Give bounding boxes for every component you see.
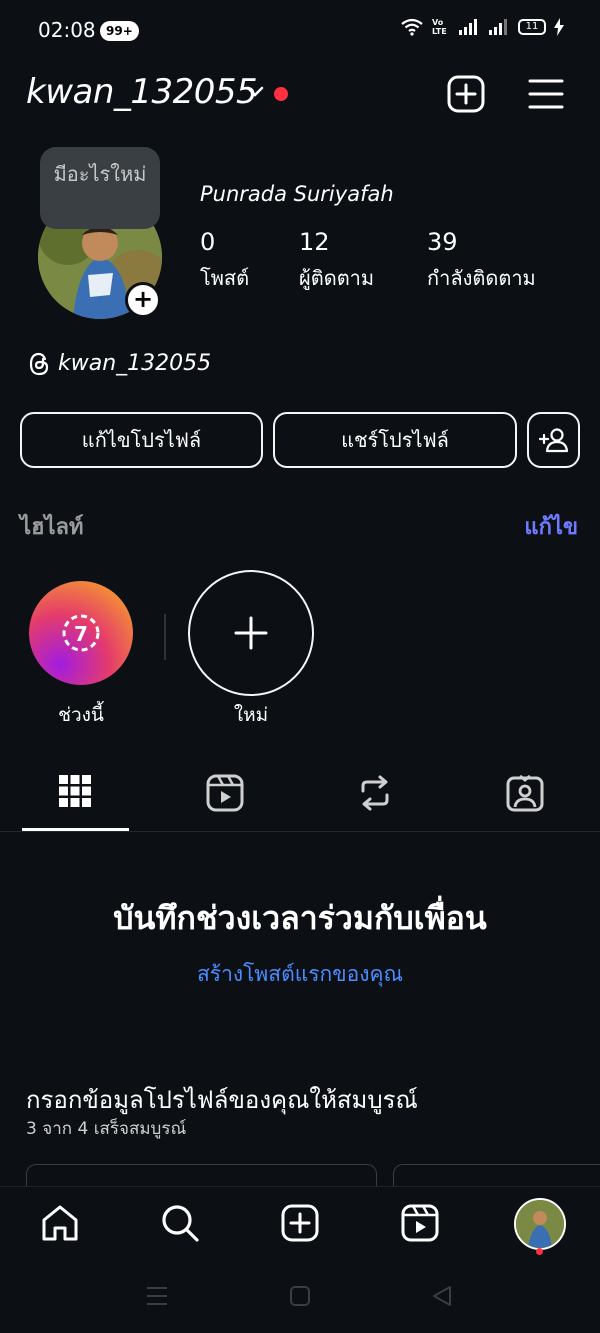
volte-label: Vo LTE (432, 18, 447, 36)
highlight-new-label: ใหม่ (233, 704, 269, 726)
back-icon[interactable] (430, 1284, 454, 1308)
complete-profile-title: กรอกข้อมูลโปรไฟล์ของคุณให้สมบูรณ์ (26, 1086, 418, 1114)
whats-new-tooltip[interactable]: มีอะไรใหม่ (40, 147, 160, 229)
followers-count[interactable]: 12 (299, 228, 330, 256)
status-icons: Vo LTE 11 (400, 18, 564, 36)
charging-icon (554, 18, 564, 36)
posts-count[interactable]: 0 (200, 228, 215, 256)
empty-state-title: บันทึกช่วงเวลาร่วมกับเพื่อน (113, 899, 487, 937)
highlight-divider (164, 614, 166, 660)
status-time: 02:08 (38, 18, 96, 42)
home-button-icon[interactable] (289, 1285, 311, 1307)
reposts-icon[interactable] (357, 774, 393, 812)
reels-nav-icon[interactable] (401, 1204, 439, 1242)
reels-icon[interactable] (206, 774, 244, 812)
highlights-title: ไฮไลท์ (20, 515, 84, 540)
progress-total: 4 (77, 1119, 89, 1139)
progress-word: จาก (42, 1119, 73, 1139)
progress-count: 3 (26, 1119, 37, 1139)
add-story-button[interactable]: + (125, 282, 161, 318)
profile-nav-avatar[interactable] (514, 1198, 566, 1250)
profile-username[interactable]: kwan_132055 (26, 72, 258, 112)
plus-icon (234, 616, 268, 650)
followers-label[interactable]: ผู้ติดตาม (299, 262, 374, 294)
story-timer-icon: 7 (62, 614, 100, 652)
posts-label[interactable]: โพสต์ (200, 262, 249, 294)
complete-profile-progress: 3 จาก 4 เสร็จสมบูรณ์ (26, 1115, 186, 1142)
battery-icon: 11 (518, 19, 546, 35)
story-timer-number: 7 (74, 622, 88, 646)
discover-people-button[interactable] (527, 412, 580, 468)
grid-icon[interactable] (58, 774, 92, 808)
following-label[interactable]: กำลังติดตาม (427, 262, 536, 294)
edit-profile-button[interactable]: แก้ไขโปรไฟล์ (20, 412, 263, 468)
home-icon[interactable] (40, 1204, 80, 1242)
following-count[interactable]: 39 (427, 228, 458, 256)
signal-icon (459, 19, 477, 35)
highlight-recent[interactable]: 7 (29, 581, 133, 685)
active-tab-indicator (22, 828, 129, 831)
avatar-photo (516, 1200, 564, 1248)
progress-status: เสร็จสมบูรณ์ (93, 1119, 187, 1139)
tagged-icon[interactable] (506, 774, 544, 812)
share-profile-button[interactable]: แชร์โปรไฟล์ (273, 412, 517, 468)
create-post-icon[interactable] (446, 74, 486, 114)
highlights-edit-link[interactable]: แก้ไข (524, 509, 578, 544)
threads-icon (29, 352, 49, 375)
highlight-recent-label: ช่วงนี้ (58, 704, 104, 726)
search-icon[interactable] (160, 1203, 200, 1243)
chevron-down-icon[interactable] (244, 80, 266, 102)
threads-handle: kwan_132055 (58, 351, 212, 376)
profile-nav-dot (536, 1248, 543, 1255)
create-icon[interactable] (281, 1204, 319, 1242)
highlight-new[interactable] (188, 570, 314, 696)
recent-apps-icon[interactable] (146, 1286, 168, 1306)
menu-icon[interactable] (528, 78, 564, 110)
tabs-divider (0, 831, 600, 832)
signal-2-icon (489, 19, 507, 35)
create-first-post-link[interactable]: สร้างโพสต์แรกของคุณ (0, 958, 600, 991)
threads-link[interactable]: kwan_132055 (28, 351, 211, 376)
add-person-icon (538, 428, 568, 453)
profile-full-name: Punrada Suriyafah (200, 182, 394, 206)
wifi-icon (401, 18, 423, 36)
notification-dot (274, 87, 288, 101)
notification-count-badge: 99+ (100, 21, 139, 41)
